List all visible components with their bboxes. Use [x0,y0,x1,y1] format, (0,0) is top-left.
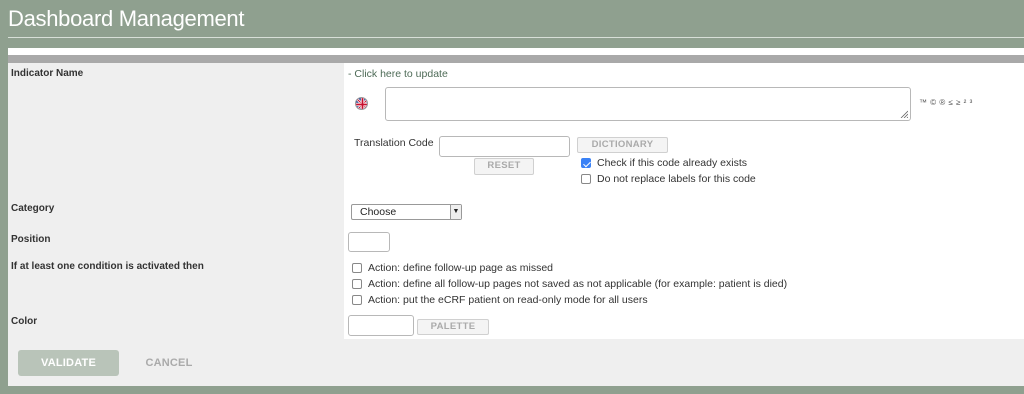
validate-button[interactable]: VALIDATE [18,350,119,376]
action-read-only-checkbox[interactable] [352,295,362,305]
action-missed-label: Action: define follow-up page as missed [368,262,554,274]
category-selected-value: Choose [360,206,397,218]
action-missed-checkbox[interactable] [352,263,362,273]
divider-band [8,48,1024,55]
position-label: Position [11,234,51,245]
action-read-only-label: Action: put the eCRF patient on read-onl… [368,294,648,306]
check-exists-label: Check if this code already exists [597,157,747,169]
color-input[interactable] [348,315,414,336]
page-header: Dashboard Management [0,0,1024,44]
check-exists-checkbox[interactable] [581,158,591,168]
check-exists-option[interactable]: Check if this code already exists [581,157,747,169]
indicator-name-textarea[interactable] [385,87,911,121]
no-replace-option[interactable]: Do not replace labels for this code [581,173,756,185]
no-replace-label: Do not replace labels for this code [597,173,756,185]
condition-label: If at least one condition is activated t… [11,261,204,272]
reset-button[interactable]: RESET [474,158,534,175]
no-replace-checkbox[interactable] [581,174,591,184]
translation-code-label: Translation Code [354,137,434,149]
palette-button[interactable]: PALETTE [417,319,489,335]
special-characters[interactable]: ™ © ® ≤ ≥ ² ³ [919,98,973,107]
color-label: Color [11,316,38,327]
uk-flag-icon[interactable] [355,97,368,110]
chevron-down-icon[interactable]: ▼ [450,205,461,219]
resize-grip-icon[interactable] [900,110,908,118]
translation-code-input[interactable] [439,136,570,157]
action-not-applicable-checkbox[interactable] [352,279,362,289]
update-link[interactable]: - Click here to update [348,68,448,80]
action-option-read-only[interactable]: Action: put the eCRF patient on read-onl… [352,294,648,306]
position-input[interactable] [348,232,390,252]
cancel-button[interactable]: CANCEL [138,350,200,376]
panel-top-bar [8,55,1024,63]
category-label: Category [11,203,55,214]
category-select[interactable]: Choose ▼ [351,204,462,220]
page-title: Dashboard Management [8,6,245,31]
action-option-not-applicable[interactable]: Action: define all follow-up pages not s… [352,278,787,290]
header-divider [8,37,1024,38]
form-panel: Indicator Name Category Position If at l… [8,63,1024,386]
indicator-name-label: Indicator Name [11,68,84,79]
dictionary-button[interactable]: DICTIONARY [577,137,668,153]
action-option-missed[interactable]: Action: define follow-up page as missed [352,262,553,274]
action-not-applicable-label: Action: define all follow-up pages not s… [368,278,788,290]
